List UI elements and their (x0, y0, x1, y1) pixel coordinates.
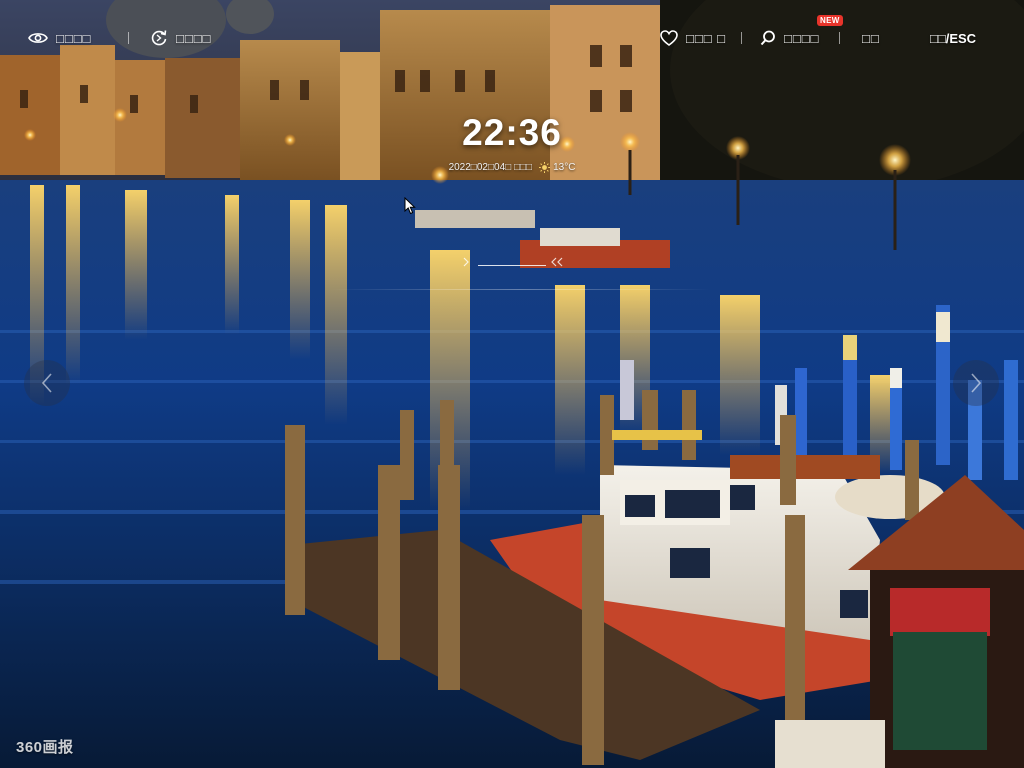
wallpaper-screen: □□□□ □□□□ □□□ □ □□□□ NEW □□ □□/ESC 22:36… (0, 0, 1024, 768)
search-icon (760, 30, 776, 46)
exit-label: □□/ESC (930, 30, 977, 46)
favorite-label: □□□ □ (686, 30, 727, 46)
date-weather-row: 2022□02□04□ □□□ 13°C (412, 162, 612, 173)
widget-indicator-line (478, 265, 546, 266)
top-toolbar: □□□□ □□□□ □□□ □ □□□□ NEW □□ □□/ESC (0, 0, 1024, 76)
new-badge: NEW (817, 15, 843, 26)
change-wallpaper-label: □□□□ (176, 30, 212, 46)
more-label: □□ (862, 30, 880, 46)
brand-logo: 360画报 (16, 739, 74, 756)
change-wallpaper-button[interactable]: □□□□ (150, 28, 211, 48)
eye-icon (28, 31, 48, 45)
refresh-icon (150, 29, 168, 47)
exit-button[interactable]: □□/ESC (930, 28, 976, 48)
view-wallpaper-button[interactable]: □□□□ (28, 28, 91, 48)
favorite-button[interactable]: □□□ □ (660, 28, 726, 48)
more-button[interactable]: □□ (862, 28, 880, 48)
widget-toggle[interactable] (452, 253, 576, 271)
horizontal-divider (330, 289, 710, 290)
toolbar-divider (741, 32, 742, 44)
mouse-cursor-icon (404, 196, 416, 220)
temperature-text: 13°C (553, 162, 576, 173)
search-label: □□□□ (784, 30, 820, 46)
weather-info: 13°C (539, 162, 575, 173)
clock-time: 22:36 (462, 112, 562, 153)
previous-wallpaper-button[interactable] (24, 360, 70, 406)
chevron-right-icon (969, 372, 983, 394)
date-text: 2022□02□04□ □□□ (448, 162, 533, 173)
next-wallpaper-button[interactable] (953, 360, 999, 406)
heart-icon (660, 30, 678, 46)
view-wallpaper-label: □□□□ (56, 30, 92, 46)
search-button[interactable]: □□□□ (760, 28, 819, 48)
chevron-left-icon (40, 372, 54, 394)
weather-sun-icon (539, 162, 551, 173)
toolbar-divider (839, 32, 840, 44)
toolbar-divider (128, 32, 129, 44)
